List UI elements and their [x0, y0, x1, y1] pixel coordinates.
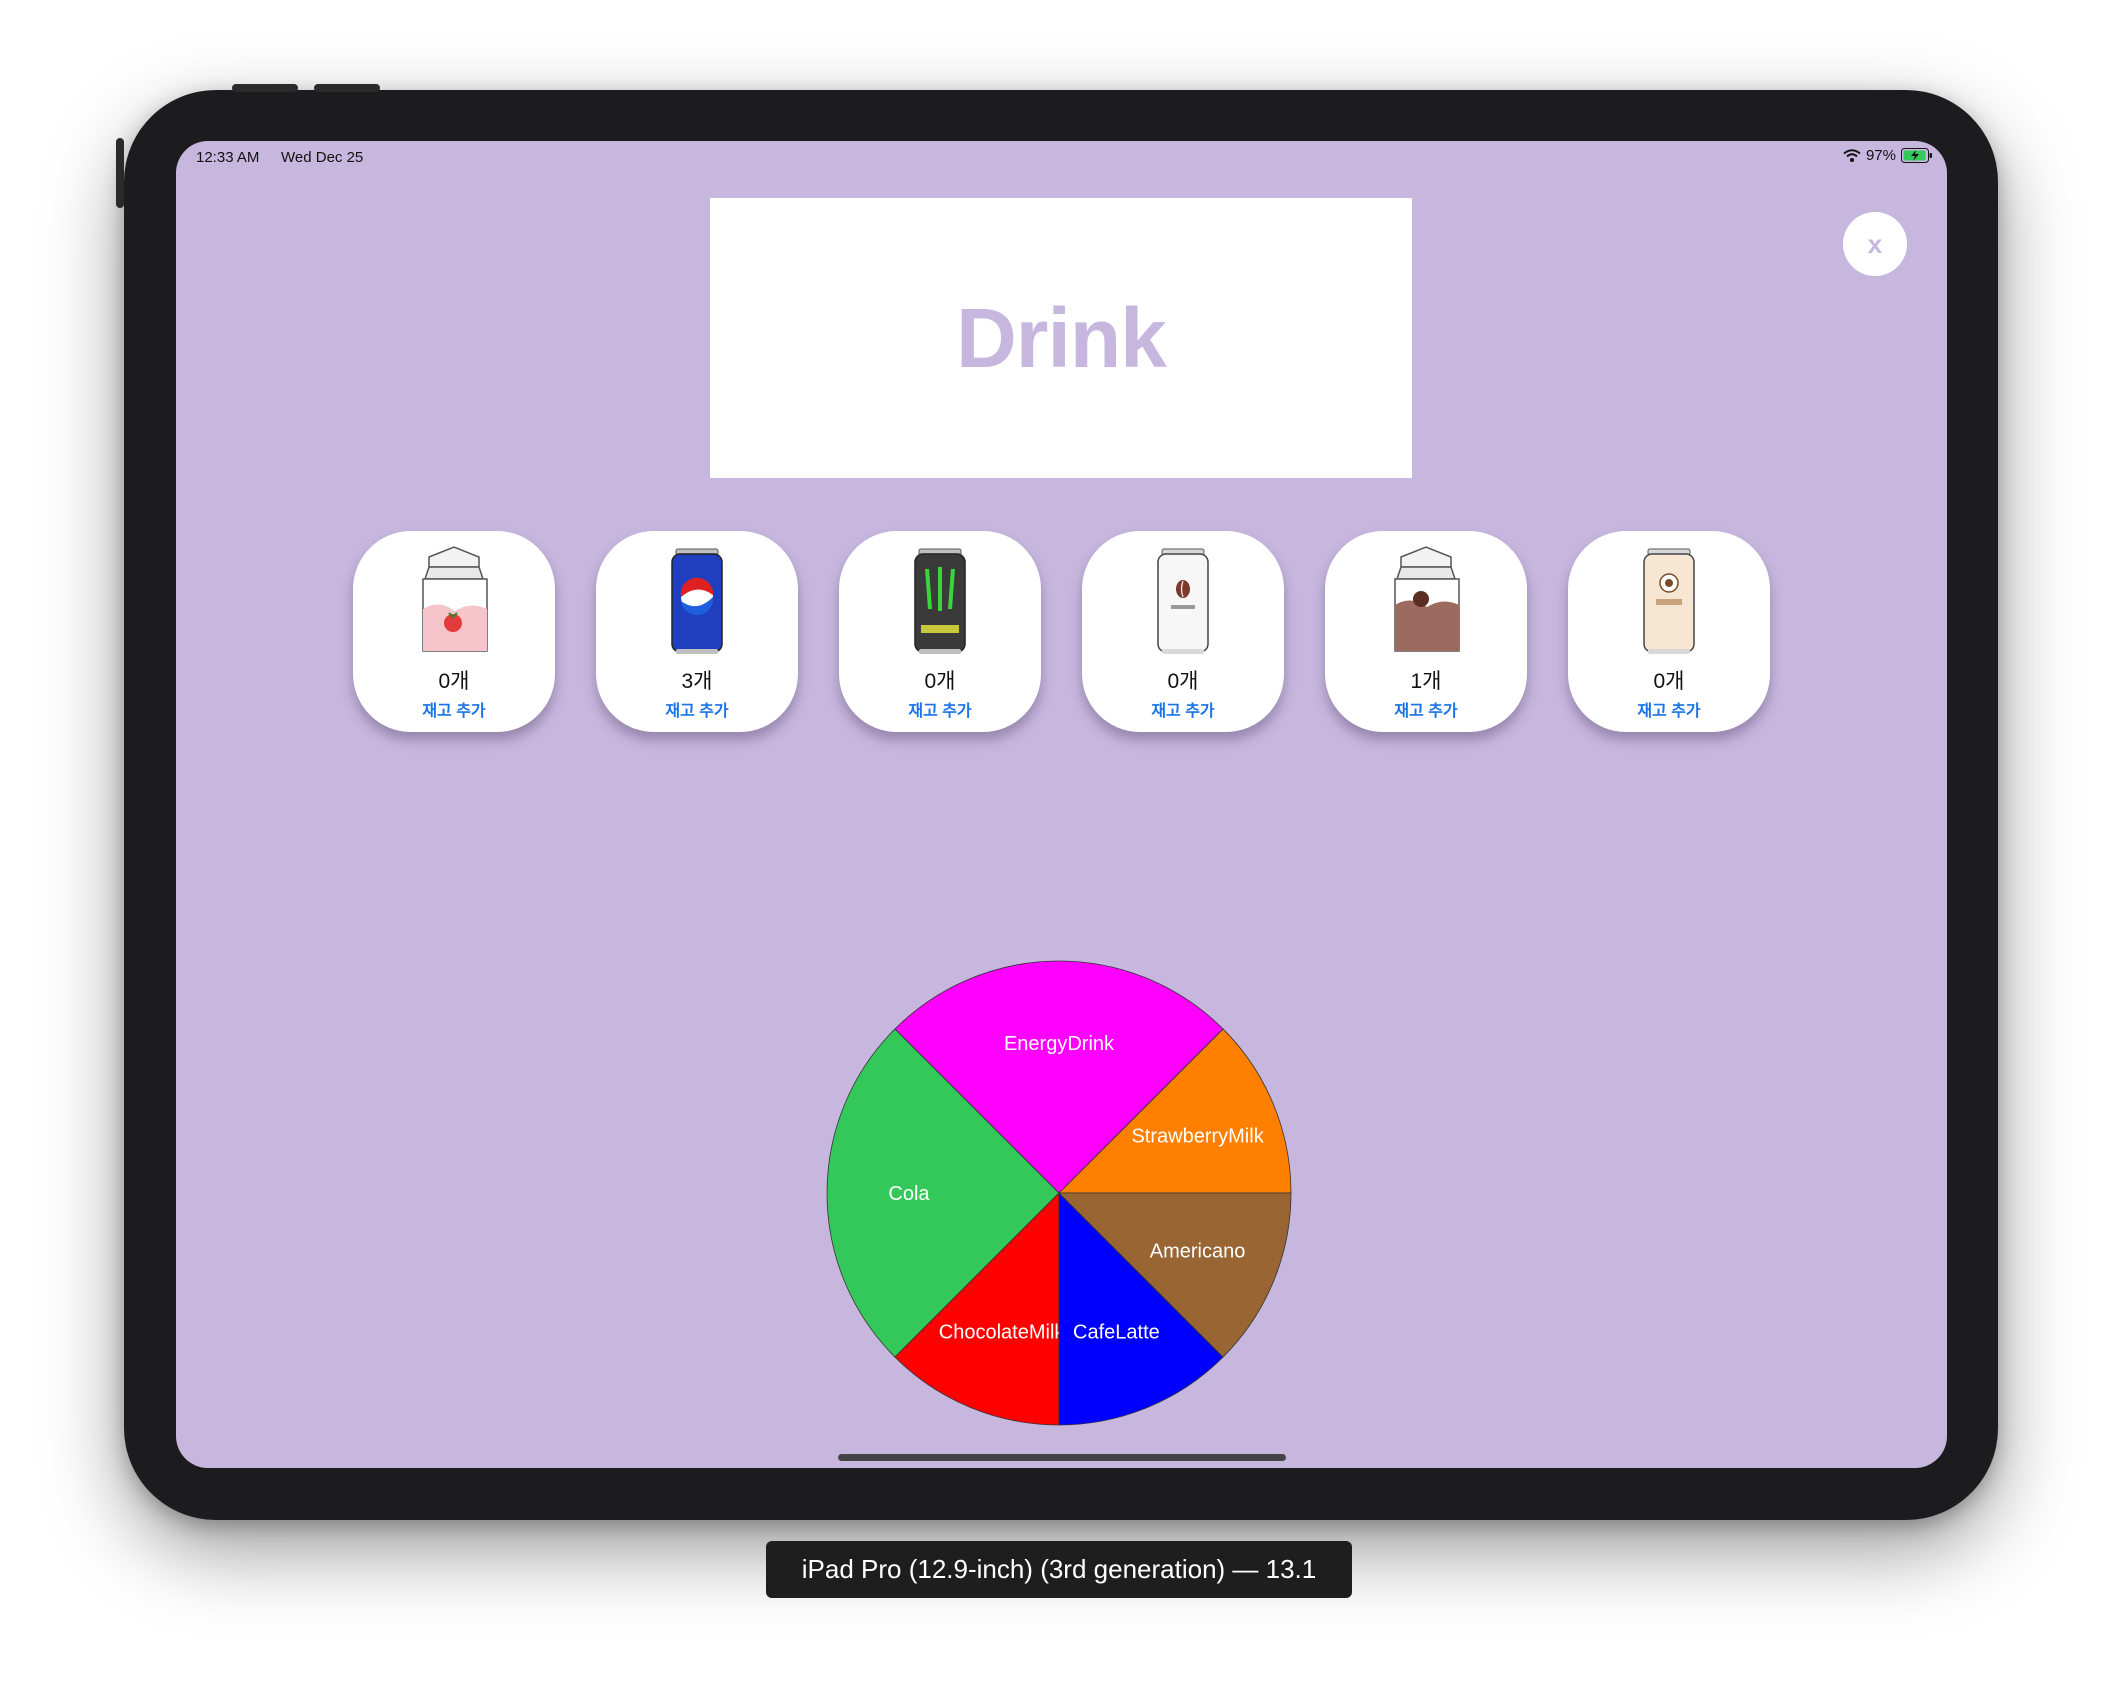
power-button [116, 138, 124, 208]
item-card-cola[interactable]: 3개 재고 추가 [596, 531, 798, 732]
app-screen: 12:33 AM Wed Dec 25 97% Drink x 0개 재고 추가… [176, 141, 1947, 1468]
home-indicator [838, 1454, 1286, 1461]
title-card: Drink [710, 198, 1412, 478]
cola-can-icon [671, 548, 723, 654]
battery-percentage: 97% [1865, 147, 1896, 164]
pie-label-chocolatemilk: ChocolateMilk [939, 1322, 1066, 1344]
add-stock-button[interactable]: 재고 추가 [1082, 697, 1284, 721]
add-stock-button[interactable]: 재고 추가 [1568, 697, 1770, 721]
item-count: 0개 [924, 670, 956, 693]
device-label: iPad Pro (12.9-inch) (3rd generation) — … [766, 1541, 1352, 1598]
add-stock-button[interactable]: 재고 추가 [596, 697, 798, 721]
latte-can-icon [1643, 548, 1695, 654]
pie-label-cola: Cola [888, 1183, 930, 1205]
item-card-energy-drink[interactable]: 0개 재고 추가 [839, 531, 1041, 732]
item-card-americano[interactable]: 0개 재고 추가 [1082, 531, 1284, 732]
volume-up-button [232, 84, 298, 92]
add-stock-button[interactable]: 재고 추가 [1325, 697, 1527, 721]
status-date: Wed Dec 25 [281, 149, 364, 166]
item-card-chocolate-milk[interactable]: 1개 재고 추가 [1325, 531, 1527, 732]
inventory-items: 0개 재고 추가 3개 재고 추가 0개 재고 추가 0개 재고 추가 1개 재… [353, 531, 1773, 736]
item-count: 1개 [1410, 670, 1442, 693]
pie-label-americano: Americano [1150, 1240, 1246, 1262]
add-stock-button[interactable]: 재고 추가 [839, 697, 1041, 721]
energy-drink-can-icon [914, 548, 966, 654]
wifi-icon [1843, 149, 1861, 162]
close-button[interactable]: x [1843, 212, 1907, 276]
coffee-can-icon [1157, 548, 1209, 654]
battery-charging-icon [1901, 148, 1932, 163]
pie-label-energydrink: EnergyDrink [1004, 1033, 1115, 1055]
item-card-cafe-latte[interactable]: 0개 재고 추가 [1568, 531, 1770, 732]
pie-label-strawberrymilk: StrawberryMilk [1131, 1126, 1264, 1148]
strawberry-milk-carton-icon [422, 546, 488, 652]
status-time: 12:33 AM [196, 149, 260, 166]
item-count: 0개 [1167, 670, 1199, 693]
volume-down-button [314, 84, 380, 92]
status-bar: 12:33 AM Wed Dec 25 97% [176, 141, 1947, 173]
add-stock-button[interactable]: 재고 추가 [353, 697, 555, 721]
item-count: 0개 [1653, 670, 1685, 693]
chocolate-milk-carton-icon [1394, 546, 1460, 652]
status-right: 97% [1843, 147, 1933, 164]
stock-pie-chart: StrawberryMilk EnergyDrink Cola ChocolateMi… [826, 960, 1292, 1426]
item-card-strawberry-milk[interactable]: 0개 재고 추가 [353, 531, 555, 732]
item-count: 3개 [681, 670, 713, 693]
page-title: Drink [956, 290, 1167, 385]
item-count: 0개 [438, 670, 470, 693]
pie-label-cafelatte: CafeLatte [1073, 1322, 1160, 1344]
